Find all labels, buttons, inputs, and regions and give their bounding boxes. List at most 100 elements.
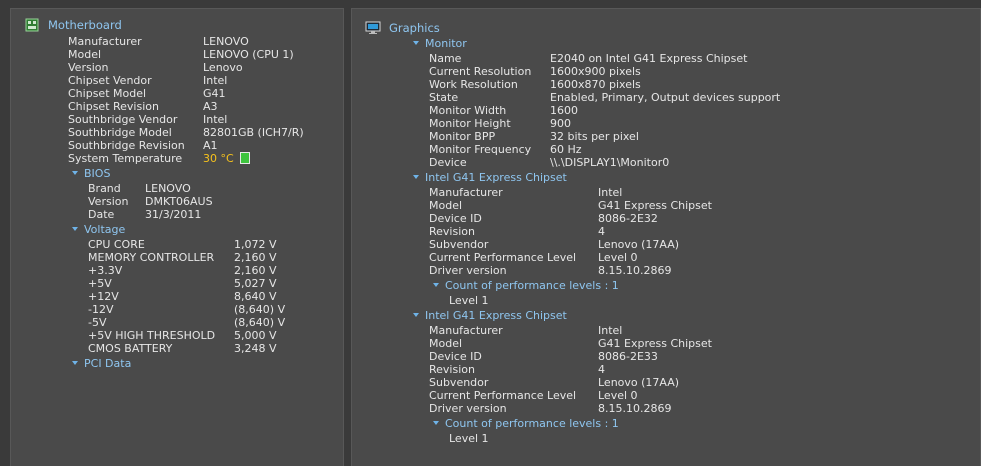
performance-level-item: Level 1: [449, 432, 489, 445]
row-value: Intel: [203, 74, 228, 87]
row-label: Revision: [429, 225, 475, 238]
row-value: 5,027 V: [234, 277, 277, 290]
expand-triangle-icon[interactable]: [413, 313, 419, 317]
row-value: 60 Hz: [550, 143, 582, 156]
row-label: CMOS BATTERY: [88, 342, 173, 355]
performance-levels-header[interactable]: Count of performance levels : 1: [433, 279, 619, 292]
row-value: Level 0: [598, 251, 638, 264]
row-label: Current Resolution: [429, 65, 532, 78]
row-value: 1600x870 pixels: [550, 78, 641, 91]
row-value: 5,000 V: [234, 329, 277, 342]
row-label: Southbridge Vendor: [68, 113, 178, 126]
row-value: 1600: [550, 104, 578, 117]
adapter-title: Intel G41 Express Chipset: [425, 309, 567, 322]
expand-triangle-icon[interactable]: [72, 361, 78, 365]
monitor-group-header[interactable]: Monitor: [413, 37, 467, 50]
expand-triangle-icon[interactable]: [413, 41, 419, 45]
row-label: Version: [88, 195, 129, 208]
row-label: Driver version: [429, 402, 507, 415]
expand-triangle-icon[interactable]: [413, 175, 419, 179]
row-value: A3: [203, 100, 218, 113]
row-value: \\.\DISPLAY1\Monitor0: [550, 156, 670, 169]
expand-triangle-icon[interactable]: [72, 227, 78, 231]
row-label: Monitor Height: [429, 117, 511, 130]
motherboard-title-text: Motherboard: [48, 18, 122, 32]
adapter-group-header[interactable]: Intel G41 Express Chipset: [413, 309, 567, 322]
temperature-indicator-icon: [239, 152, 250, 164]
row-value: 3,248 V: [234, 342, 277, 355]
row-label: System Temperature: [68, 152, 183, 165]
temperature-value: 30 °C: [203, 152, 234, 165]
row-label: CPU CORE: [88, 238, 145, 251]
row-label: Date: [88, 208, 115, 221]
row-label: Model: [429, 337, 463, 350]
row-value: 8086-2E32: [598, 212, 658, 225]
row-value: DMKT06AUS: [145, 195, 213, 208]
row-label: -12V: [88, 303, 114, 316]
row-value: 1,072 V: [234, 238, 277, 251]
row-label: Work Resolution: [429, 78, 518, 91]
row-label: +5V HIGH THRESHOLD: [88, 329, 216, 342]
pci-data-group-header[interactable]: PCI Data: [72, 357, 131, 370]
row-label: Manufacturer: [429, 186, 503, 199]
row-label: Name: [429, 52, 462, 65]
row-label: Device ID: [429, 212, 482, 225]
row-value: Intel: [598, 324, 623, 337]
voltage-title: Voltage: [84, 223, 126, 236]
expand-triangle-icon[interactable]: [433, 421, 439, 425]
pci-data-title: PCI Data: [84, 357, 132, 370]
row-value: LENOVO: [203, 35, 249, 48]
row-label: Monitor Frequency: [429, 143, 532, 156]
row-label: Manufacturer: [68, 35, 142, 48]
row-label: Southbridge Model: [68, 126, 172, 139]
row-value: 8.15.10.2869: [598, 264, 672, 277]
row-label: Manufacturer: [429, 324, 503, 337]
row-value: 4: [598, 225, 605, 238]
row-label: -5V: [88, 316, 107, 329]
row-label: Monitor BPP: [429, 130, 496, 143]
row-label: Subvendor: [429, 238, 489, 251]
row-value: G41 Express Chipset: [598, 337, 712, 350]
voltage-group-header[interactable]: Voltage: [72, 223, 125, 236]
row-value: LENOVO: [145, 182, 191, 195]
graphics-title[interactable]: Graphics: [389, 21, 440, 35]
row-label: Driver version: [429, 264, 507, 277]
row-value: 900: [550, 117, 571, 130]
row-value: 8.15.10.2869: [598, 402, 672, 415]
row-value: Level 0: [598, 389, 638, 402]
row-value: Lenovo (17AA): [598, 238, 680, 251]
row-label: Revision: [429, 363, 475, 376]
adapter-group-header[interactable]: Intel G41 Express Chipset: [413, 171, 567, 184]
row-label: Southbridge Revision: [68, 139, 185, 152]
row-label: Device ID: [429, 350, 482, 363]
row-value: 8086-2E33: [598, 350, 658, 363]
expand-triangle-icon[interactable]: [433, 283, 439, 287]
graphics-title-text: Graphics: [389, 21, 440, 35]
row-value: 2,160 V: [234, 264, 277, 277]
row-value: 2,160 V: [234, 251, 277, 264]
adapter-title: Intel G41 Express Chipset: [425, 171, 567, 184]
row-value: (8,640) V: [234, 316, 286, 329]
row-label: Current Performance Level: [429, 251, 577, 264]
row-value: 8,640 V: [234, 290, 277, 303]
performance-levels-header[interactable]: Count of performance levels : 1: [433, 417, 619, 430]
row-label: State: [429, 91, 459, 104]
row-value: Lenovo (17AA): [598, 376, 680, 389]
graphics-panel: Graphics Monitor Name E2040 on Intel G41 …: [351, 8, 981, 466]
row-label: Chipset Revision: [68, 100, 159, 113]
row-label: +12V: [88, 290, 119, 303]
row-label: Version: [68, 61, 109, 74]
bios-group-header[interactable]: BIOS: [72, 167, 110, 180]
row-label: Model: [429, 199, 463, 212]
row-label: Model: [68, 48, 102, 61]
motherboard-title[interactable]: Motherboard: [48, 18, 122, 32]
chip-icon: [25, 18, 39, 35]
performance-levels-title: Count of performance levels : 1: [445, 279, 619, 292]
row-label: +5V: [88, 277, 112, 290]
row-label: Brand: [88, 182, 121, 195]
row-value: 1600x900 pixels: [550, 65, 641, 78]
row-value: 4: [598, 363, 605, 376]
row-label: Subvendor: [429, 376, 489, 389]
row-value: A1: [203, 139, 218, 152]
expand-triangle-icon[interactable]: [72, 171, 78, 175]
